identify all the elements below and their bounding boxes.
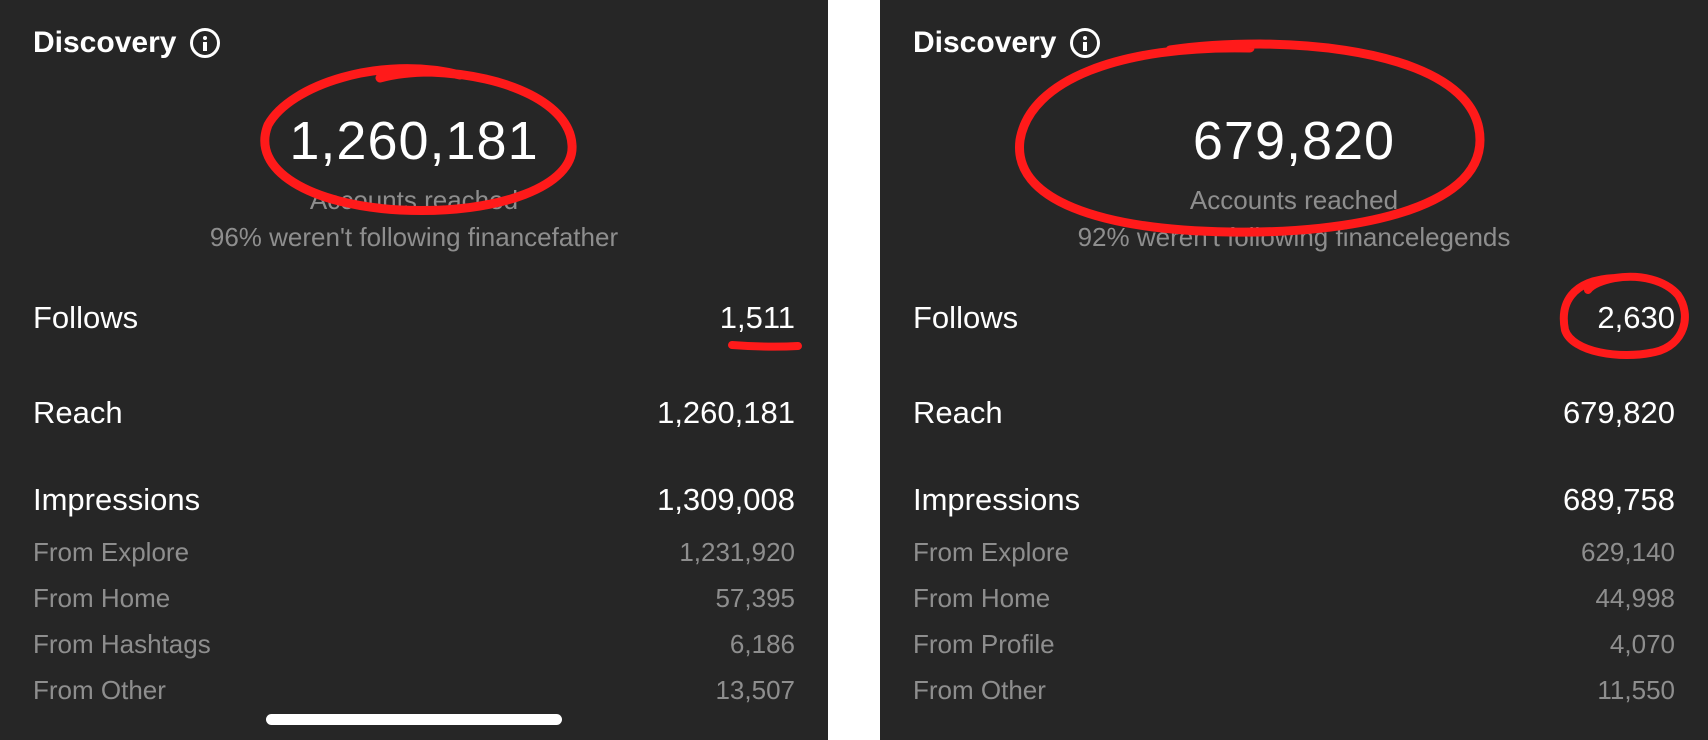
source-label: From Home <box>913 583 1051 613</box>
source-label: From Other <box>33 675 166 705</box>
home-indicator[interactable] <box>266 714 562 725</box>
accounts-reached-label: Accounts reached <box>309 185 519 215</box>
reach-value: 679,820 <box>1562 395 1675 430</box>
section-title: Discovery <box>33 26 177 59</box>
reach-label: Reach <box>913 395 1003 430</box>
source-label: From Hashtags <box>33 629 211 659</box>
follows-value: 2,630 <box>1597 300 1675 335</box>
follows-row: Follows 2,630 <box>913 300 1675 336</box>
accounts-reached-count: 679,820 <box>1192 111 1396 171</box>
impressions-row: Impressions 1,309,008 <box>33 482 795 518</box>
annotation-underline <box>728 341 802 351</box>
impressions-value: 1,309,008 <box>657 482 795 517</box>
impressions-label: Impressions <box>913 482 1081 517</box>
accounts-reached-label: Accounts reached <box>1189 185 1399 215</box>
accounts-reached-count: 1,260,181 <box>289 111 539 171</box>
source-value: 11,550 <box>1597 675 1675 705</box>
discovery-header: Discovery <box>913 26 1101 60</box>
source-label: From Home <box>33 583 171 613</box>
source-row: From Home 57,395 <box>33 583 795 614</box>
source-row: From Explore 1,231,920 <box>33 537 795 568</box>
not-following-text: 92% weren't following financelegends <box>1077 222 1511 252</box>
insights-panel-right: Discovery 679,820 Accounts reached 92% w… <box>880 0 1708 740</box>
source-row: From Profile 4,070 <box>913 629 1675 660</box>
source-row: From Other 11,550 <box>913 675 1675 706</box>
source-row: From Other 13,507 <box>33 675 795 706</box>
follows-value: 1,511 <box>719 300 795 335</box>
source-label: From Profile <box>913 629 1055 659</box>
source-value: 629,140 <box>1581 537 1675 567</box>
source-value: 4,070 <box>1609 629 1675 659</box>
impressions-value: 689,758 <box>1562 482 1675 517</box>
reach-row: Reach 1,260,181 <box>33 395 795 431</box>
reach-label: Reach <box>33 395 123 430</box>
source-value: 57,395 <box>715 583 795 613</box>
follows-label: Follows <box>913 300 1019 335</box>
insights-panel-left: Discovery 1,260,181 Accounts reached 96%… <box>0 0 828 740</box>
info-icon[interactable] <box>190 28 221 58</box>
discovery-header: Discovery <box>33 26 221 60</box>
source-row: From Home 44,998 <box>913 583 1675 614</box>
source-value: 6,186 <box>729 629 795 659</box>
source-label: From Explore <box>913 537 1070 567</box>
not-following-text: 96% weren't following financefather <box>209 222 619 252</box>
reach-value: 1,260,181 <box>657 395 795 430</box>
source-value: 44,998 <box>1595 583 1675 613</box>
follows-label: Follows <box>33 300 139 335</box>
source-value: 1,231,920 <box>679 537 795 567</box>
source-row: From Hashtags 6,186 <box>33 629 795 660</box>
follows-row: Follows 1,511 <box>33 300 795 336</box>
impressions-row: Impressions 689,758 <box>913 482 1675 518</box>
source-label: From Other <box>913 675 1046 705</box>
info-icon[interactable] <box>1070 28 1101 58</box>
source-value: 13,507 <box>715 675 795 705</box>
source-row: From Explore 629,140 <box>913 537 1675 568</box>
source-label: From Explore <box>33 537 190 567</box>
reach-row: Reach 679,820 <box>913 395 1675 431</box>
impressions-label: Impressions <box>33 482 201 517</box>
section-title: Discovery <box>913 26 1057 59</box>
